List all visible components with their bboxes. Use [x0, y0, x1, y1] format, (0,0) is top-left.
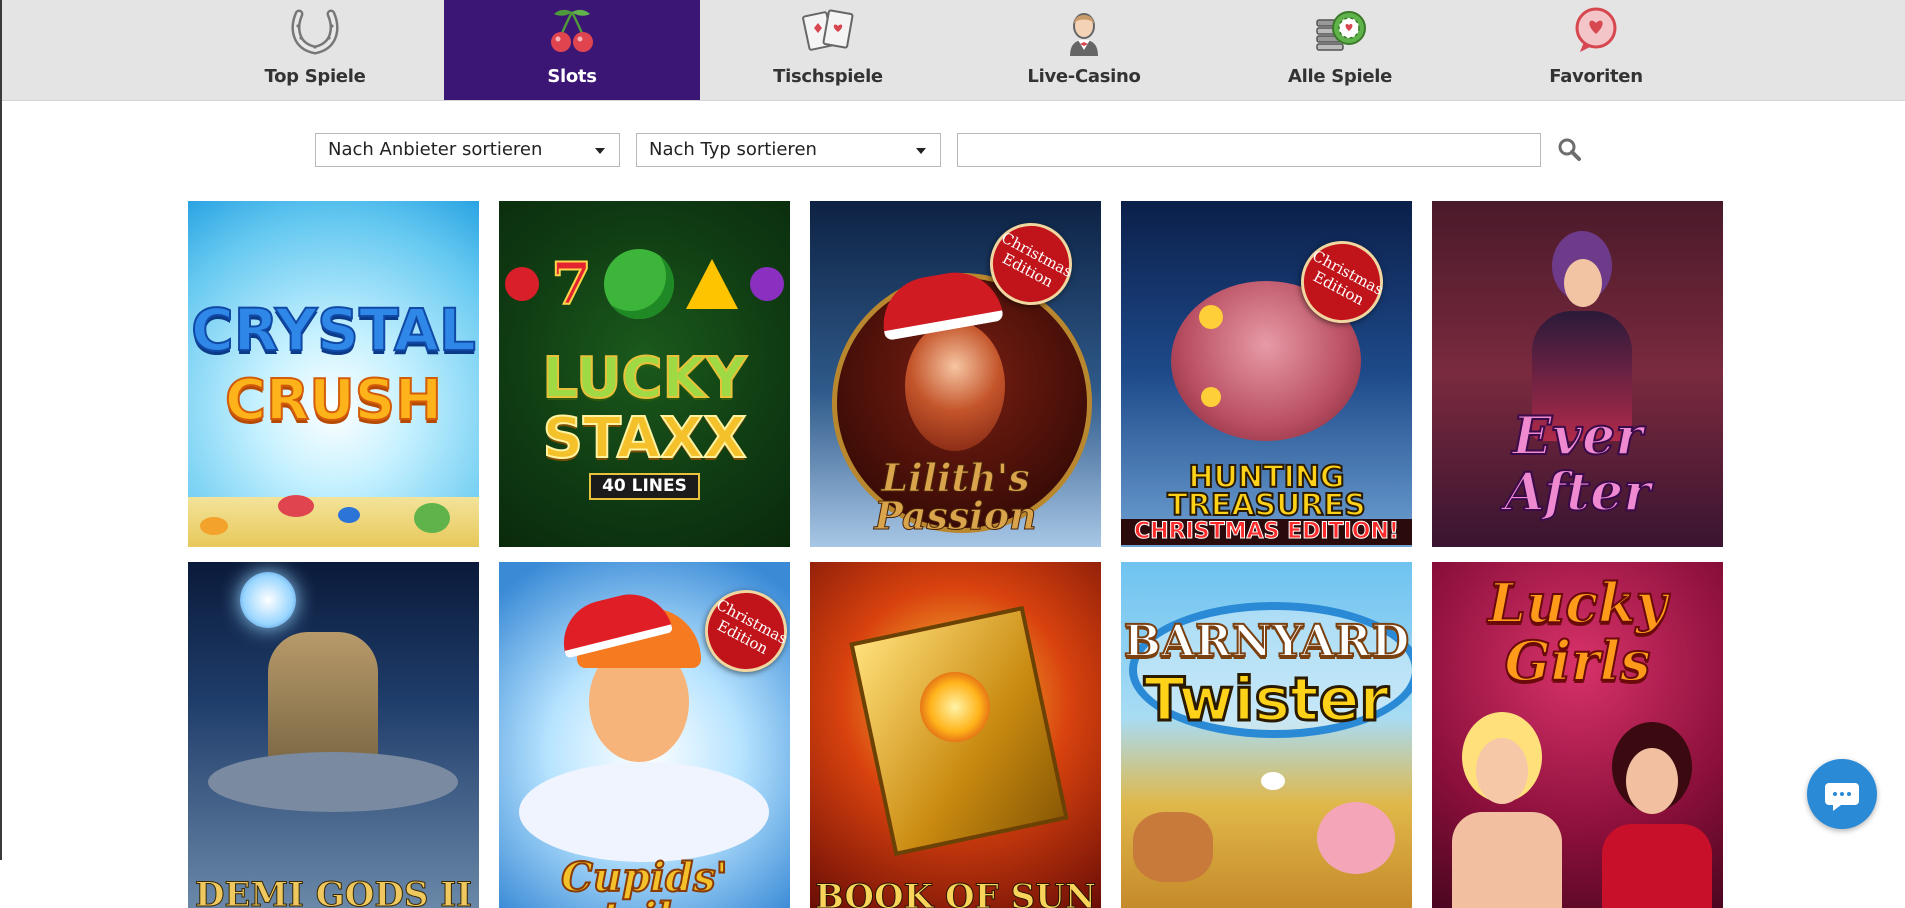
game-title: BARNYARD: [1123, 616, 1411, 667]
game-title: LUCKY: [541, 346, 747, 411]
game-title: CRUSH: [224, 368, 443, 433]
game-title: Girls: [1504, 629, 1652, 693]
casino-chips-icon: [1212, 6, 1468, 56]
tab-label: Tischspiele: [773, 66, 883, 87]
game-tile-book-of-sun[interactable]: BOOK OF SUN: [810, 562, 1101, 908]
tab-tischspiele[interactable]: Tischspiele: [700, 0, 956, 100]
tab-label: Favoriten: [1549, 66, 1643, 87]
tab-label: Slots: [547, 66, 597, 87]
chevron-down-icon: [595, 148, 605, 154]
tab-favoriten[interactable]: Favoriten: [1468, 0, 1724, 100]
game-title: Twister: [1142, 665, 1390, 735]
game-title: After: [1503, 462, 1651, 523]
type-sort-select[interactable]: Nach Typ sortieren: [636, 133, 941, 167]
cherries-icon: [444, 6, 700, 56]
game-title: Passion: [874, 493, 1037, 538]
game-tile-hunting-treasures[interactable]: HUNTING TREASURES CHRISTMAS EDITION! Chr…: [1121, 201, 1412, 547]
search-input[interactable]: [957, 133, 1541, 167]
chat-bubble-icon: [1825, 783, 1859, 811]
tab-label: Live-Casino: [1027, 66, 1141, 87]
heart-chat-icon: [1468, 6, 1724, 56]
game-title: Cupids' strike: [560, 854, 729, 908]
tab-top-spiele[interactable]: Top Spiele: [187, 0, 443, 100]
game-title: Lilith's: [881, 455, 1030, 500]
tab-label: Top Spiele: [264, 66, 366, 87]
horseshoe-icon: [187, 6, 443, 56]
chat-button[interactable]: [1807, 759, 1877, 829]
type-sort-value: Nach Typ sortieren: [649, 139, 817, 160]
game-tile-lucky-girls[interactable]: Lucky Girls: [1432, 562, 1723, 908]
magnifier-icon: [1558, 138, 1581, 161]
game-title: DEMI GODS II: [194, 875, 473, 908]
tab-label: Alle Spiele: [1287, 66, 1393, 87]
game-tile-crystal-crush[interactable]: CRYSTAL CRUSH: [188, 201, 479, 547]
tab-live-casino[interactable]: Live-Casino: [956, 0, 1212, 100]
dealer-icon: [956, 6, 1212, 56]
game-title: TREASURES: [1166, 488, 1366, 523]
chevron-down-icon: [916, 148, 926, 154]
search-button[interactable]: [1557, 137, 1583, 163]
game-tile-lucky-staxx[interactable]: 7 LUCKY STAXX 40 LINES: [499, 201, 790, 547]
game-title: Ever: [1511, 406, 1643, 467]
game-tile-barnyard-twister[interactable]: BARNYARD Twister: [1121, 562, 1412, 908]
game-subtitle: 40 LINES: [589, 473, 700, 500]
game-title: BOOK OF SUN: [815, 877, 1097, 908]
game-title: Lucky: [1487, 571, 1668, 635]
christmas-edition-badge: Christmas Edition: [690, 575, 790, 687]
game-tile-liliths-passion[interactable]: Lilith's Passion Christmas Edition: [810, 201, 1101, 547]
playing-cards-icon: [700, 6, 956, 56]
game-tile-cupids-strike[interactable]: Cupids' strike Christmas Edition: [499, 562, 790, 908]
game-title: STAXX: [542, 406, 748, 471]
tab-slots[interactable]: Slots: [444, 0, 700, 100]
category-nav: Top Spiele Slots Tischspiele Live-Casino…: [2, 0, 1905, 101]
tab-alle-spiele[interactable]: Alle Spiele: [1212, 0, 1468, 100]
game-subtitle: CHRISTMAS EDITION!: [1121, 519, 1412, 545]
game-title: CRYSTAL: [190, 296, 477, 364]
game-tile-ever-after[interactable]: Ever After: [1432, 201, 1723, 547]
game-tile-demi-gods-ii[interactable]: DEMI GODS II: [188, 562, 479, 908]
provider-sort-value: Nach Anbieter sortieren: [328, 139, 543, 160]
filter-bar: Nach Anbieter sortieren Nach Typ sortier…: [2, 133, 1905, 169]
provider-sort-select[interactable]: Nach Anbieter sortieren: [315, 133, 620, 167]
